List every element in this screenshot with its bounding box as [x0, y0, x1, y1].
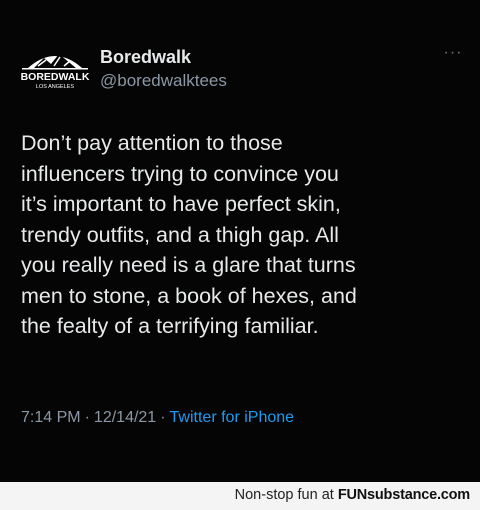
avatar-sub-text: LOS ANGELES	[36, 84, 75, 90]
watermark-text: Non-stop fun at FUNsubstance.com	[234, 487, 471, 503]
tweet-card: BOREDWALK LOS ANGELES Boredwalk @boredwa…	[0, 0, 480, 482]
tweet-text-line: Don’t pay attention to those	[21, 131, 283, 155]
display-name[interactable]: Boredwalk	[100, 47, 191, 68]
tweet-text-line: trendy outfits, and a thigh gap. All	[21, 222, 339, 247]
avatar[interactable]: BOREDWALK LOS ANGELES	[18, 46, 92, 92]
watermark-brand: FUNsubstance.com	[337, 487, 470, 503]
meta-separator: ·	[84, 409, 90, 426]
watermark-footer: Non-stop fun at FUNsubstance.com	[0, 482, 480, 510]
tweet-text-line: influencers trying to convince you	[21, 161, 339, 186]
tweet-date[interactable]: 12/14/21	[94, 409, 156, 426]
watermark-prefix: Non-stop fun at	[234, 487, 334, 503]
more-options-icon[interactable]: ···	[438, 44, 468, 62]
meta-separator: ·	[160, 409, 166, 426]
user-handle[interactable]: @boredwalktees	[100, 71, 227, 91]
tweet-text-line: the fealty of a terrifying familiar.	[21, 314, 319, 338]
tweet-text-line: men to stone, a book of hexes, and	[21, 283, 357, 308]
tweet-text: Don’t pay attention to those influencers…	[21, 128, 466, 342]
tweet-source-link[interactable]: Twitter for iPhone	[170, 409, 295, 426]
tweet-text-line: you really need is a glare that turns	[21, 253, 356, 277]
tweet-meta: 7:14 PM · 12/14/21 · Twitter for iPhone	[21, 409, 294, 427]
tweet-time[interactable]: 7:14 PM	[21, 409, 81, 426]
tweet-text-line: it’s important to have perfect skin,	[21, 192, 341, 216]
avatar-brand-text: BOREDWALK	[21, 71, 90, 83]
boredwalk-logo-icon: BOREDWALK LOS ANGELES	[21, 54, 90, 90]
